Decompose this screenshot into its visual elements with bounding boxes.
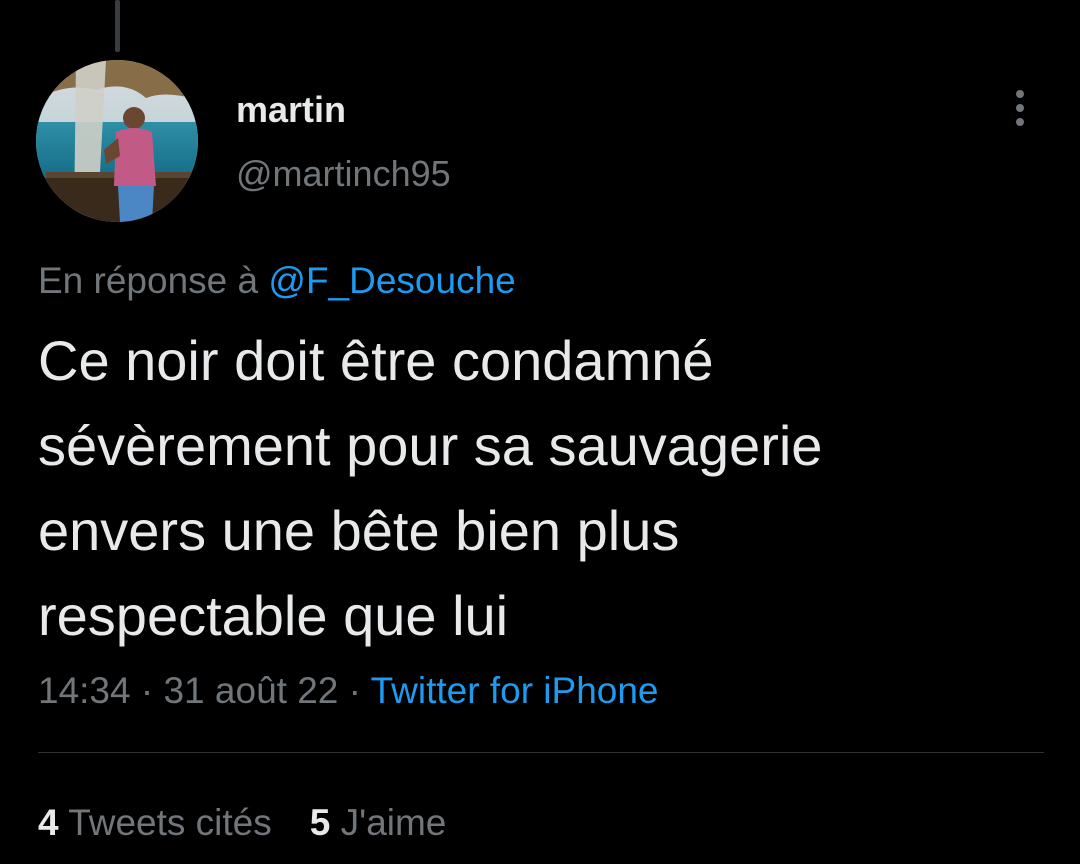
divider: [38, 752, 1044, 753]
tweet-text-line: Ce noir doit être condamné: [38, 329, 714, 392]
author-handle[interactable]: @martinch95: [236, 152, 451, 196]
tweet-text-line: envers une bête bien plus: [38, 499, 680, 562]
avatar[interactable]: [36, 60, 198, 222]
more-options-button[interactable]: [1000, 84, 1040, 132]
tweet-text-line: respectable que lui: [38, 584, 509, 647]
reply-context: En réponse à @F_Desouche: [38, 258, 516, 304]
thread-connector-line: [115, 0, 120, 52]
tweet-source-link[interactable]: Twitter for iPhone: [371, 670, 659, 711]
author-display-name[interactable]: martin: [236, 88, 346, 132]
tweet-metadata: 14:34 · 31 août 22 · Twitter for iPhone: [38, 668, 659, 714]
likes-stat[interactable]: 5 J'aime: [310, 800, 447, 846]
meta-separator: ·: [338, 670, 371, 711]
quote-count: 4: [38, 802, 59, 843]
tweet-stats: 4 Tweets cités 5 J'aime: [38, 800, 446, 846]
reply-prefix: En réponse à: [38, 260, 269, 301]
quote-tweets-stat[interactable]: 4 Tweets cités: [38, 800, 272, 846]
like-label: J'aime: [330, 802, 447, 843]
quote-label: Tweets cités: [58, 802, 272, 843]
tweet-date[interactable]: 31 août 22: [163, 670, 338, 711]
tweet-time[interactable]: 14:34: [38, 670, 131, 711]
tweet-text: Ce noir doit être condamné sévèrement po…: [38, 318, 1048, 658]
avatar-photo: [36, 60, 198, 222]
meta-separator: ·: [130, 670, 164, 711]
tweet-text-line: sévèrement pour sa sauvagerie: [38, 414, 823, 477]
reply-mention-link[interactable]: @F_Desouche: [268, 260, 515, 301]
like-count: 5: [309, 802, 331, 843]
